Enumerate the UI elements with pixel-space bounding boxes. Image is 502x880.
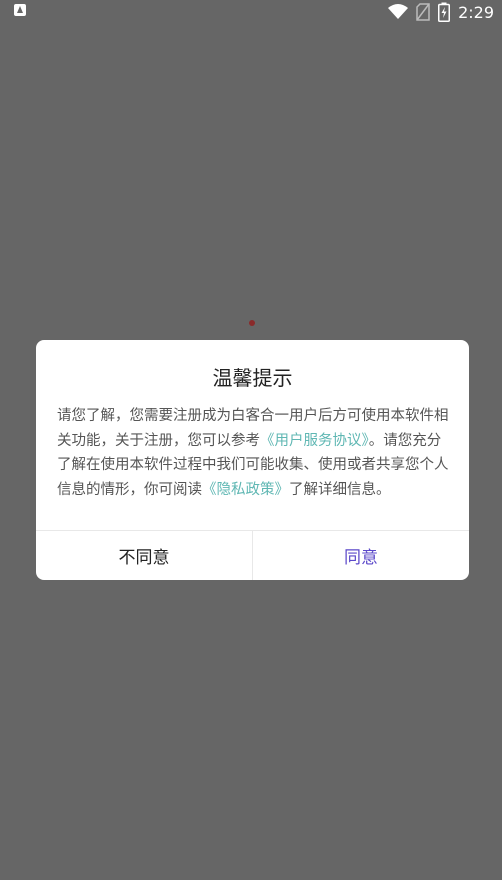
background-logo [249, 320, 255, 326]
agree-button[interactable]: 同意 [253, 531, 469, 580]
user-agreement-link[interactable]: 《用户服务协议》 [260, 433, 369, 449]
disagree-button[interactable]: 不同意 [36, 531, 252, 580]
battery-charging-icon [438, 2, 451, 22]
status-time: 2:29 [458, 2, 494, 22]
app-notification-icon [14, 4, 26, 16]
status-bar: 2:29 [0, 0, 502, 24]
dialog-body: 请您了解，您需要注册成为白客合一用户后方可使用本软件相关功能，关于注册，您可以参… [57, 404, 450, 502]
privacy-dialog: 温馨提示 请您了解，您需要注册成为白客合一用户后方可使用本软件相关功能，关于注册… [36, 340, 469, 580]
status-right: 2:29 [388, 2, 494, 22]
dialog-title: 温馨提示 [212, 366, 293, 390]
body-text-3: 了解详细信息。 [289, 481, 391, 498]
privacy-policy-link[interactable]: 《隐私政策》 [202, 482, 289, 498]
no-sim-icon [416, 3, 430, 21]
wifi-icon [388, 4, 409, 20]
